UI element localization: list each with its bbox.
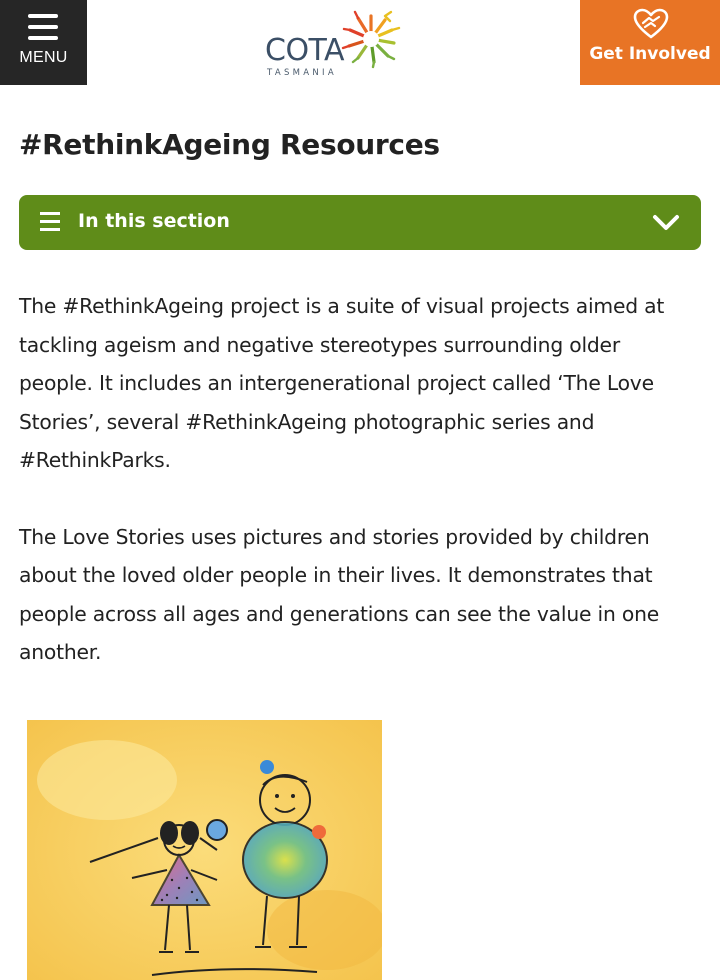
menu-button[interactable]: MENU [0, 0, 87, 85]
site-header: MENU COTA TASMANIA Get Involved [0, 0, 720, 85]
page-title: #RethinkAgeing Resources [19, 128, 440, 161]
section-toggle-label: In this section [78, 210, 230, 232]
menu-label: MENU [19, 49, 68, 66]
cota-logo[interactable]: COTA TASMANIA [262, 8, 412, 80]
logo-mark-icon [341, 10, 401, 69]
list-icon [40, 212, 60, 236]
heart-hands-icon [633, 8, 669, 39]
logo-subtitle: TASMANIA [267, 68, 337, 78]
love-stories-paragraph: The Love Stories uses pictures and stori… [19, 524, 660, 665]
logo-name: COTA [265, 33, 345, 68]
hamburger-icon [28, 14, 58, 47]
love-stories-drawing-image [27, 720, 382, 980]
in-this-section-toggle[interactable]: In this section [19, 195, 701, 250]
page-content: The #RethinkAgeing project is a suite of… [19, 287, 694, 710]
chevron-down-icon [653, 215, 679, 230]
get-involved-button[interactable]: Get Involved [580, 0, 720, 85]
intro-paragraph: The #RethinkAgeing project is a suite of… [19, 294, 665, 472]
get-involved-label: Get Involved [589, 44, 711, 64]
